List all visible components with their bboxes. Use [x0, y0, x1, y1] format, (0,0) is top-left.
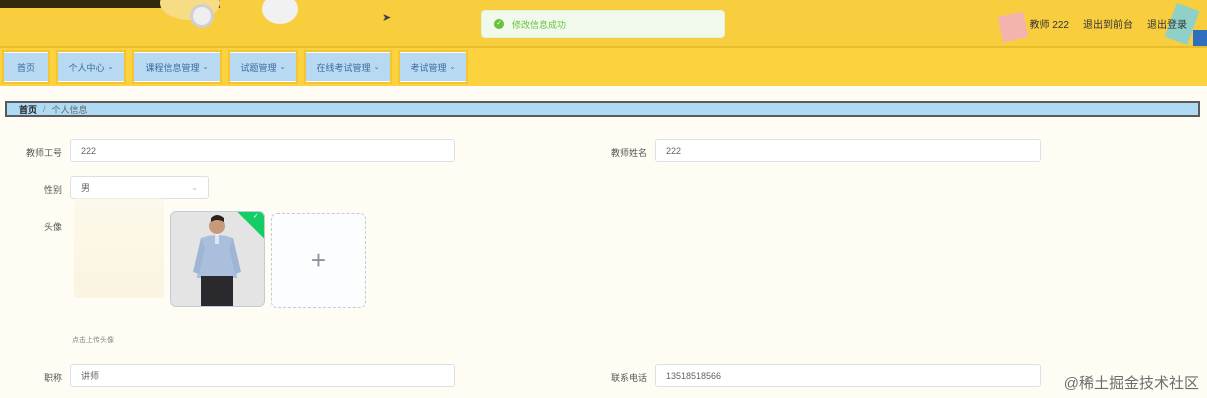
job-title-input[interactable]: 讲师	[70, 364, 455, 387]
nav-item-label: 课程信息管理	[145, 62, 200, 73]
nav-item-label: 考试管理	[410, 62, 447, 73]
avatar-uploaded-image[interactable]: ✓	[170, 211, 265, 307]
teacher-name-input[interactable]: 222	[655, 139, 1041, 162]
avatar-upload-hint: 点击上传头像	[72, 337, 114, 344]
nav-item-label: 试题管理	[240, 62, 277, 73]
avatar-preview-ghost	[74, 198, 164, 298]
nav-item-label: 在线考试管理	[316, 62, 371, 73]
chevron-down-icon: ⌄	[202, 64, 209, 71]
main-nav: 首页 个人中心 ⌄ 课程信息管理 ⌄ 试题管理 ⌄ 在线考试管理 ⌄ 考试管理 ⌄	[0, 46, 1207, 86]
breadcrumb-separator: /	[43, 104, 46, 114]
phone-label: 联系电话	[610, 373, 647, 383]
header-decoration	[262, 0, 298, 24]
header-decoration	[190, 4, 214, 28]
success-toast: ✓ 修改信息成功	[481, 10, 725, 38]
breadcrumb-home[interactable]: 首页	[19, 103, 37, 116]
nav-item-personal-center[interactable]: 个人中心 ⌄	[56, 50, 126, 84]
chevron-down-icon: ⌄	[279, 64, 286, 71]
logout-link[interactable]: 退出登录	[1147, 16, 1187, 31]
chevron-down-icon: ⌄	[373, 64, 380, 71]
watermark: @稀土掘金技术社区	[1063, 375, 1199, 392]
chevron-down-icon: ⌄	[107, 64, 114, 71]
chevron-down-icon: ⌄	[191, 183, 198, 192]
current-user-label: 教师 222	[1029, 20, 1069, 31]
header-decoration	[1193, 30, 1207, 46]
nav-item-course-management[interactable]: 课程信息管理 ⌄	[132, 50, 222, 84]
nav-item-home[interactable]: 首页	[2, 50, 50, 84]
header-decoration	[997, 11, 1029, 43]
nav-item-online-exam-management[interactable]: 在线考试管理 ⌄	[304, 50, 392, 84]
check-circle-icon: ✓	[494, 19, 504, 29]
mouse-cursor-icon: ➤	[382, 12, 392, 24]
nav-item-question-management[interactable]: 试题管理 ⌄	[228, 50, 298, 84]
top-header: ➤ ✓ 修改信息成功 教师 222 退出到前台 退出登录	[0, 0, 1207, 46]
teacher-id-input[interactable]: 222	[70, 139, 455, 162]
exit-to-frontend-link[interactable]: 退出到前台	[1083, 16, 1133, 31]
toast-message: 修改信息成功	[512, 19, 567, 30]
nav-item-label: 首页	[16, 62, 35, 73]
job-title-label: 职称	[43, 373, 62, 383]
breadcrumb: 首页 / 个人信息	[5, 101, 1200, 117]
breadcrumb-current: 个人信息	[51, 104, 88, 115]
teacher-id-label: 教师工号	[25, 148, 62, 158]
teacher-name-label: 教师姓名	[610, 148, 647, 158]
gender-selected-value: 男	[81, 183, 91, 193]
avatar-label: 头像	[43, 222, 62, 232]
gender-label: 性别	[43, 185, 62, 195]
check-icon: ✓	[252, 213, 259, 221]
chevron-down-icon: ⌄	[449, 64, 456, 71]
nav-item-exam-management[interactable]: 考试管理 ⌄	[398, 50, 468, 84]
phone-input[interactable]: 13518518566	[655, 364, 1041, 387]
nav-item-label: 个人中心	[68, 62, 105, 73]
plus-icon: +	[310, 245, 327, 275]
gender-select[interactable]: 男 ⌄	[70, 176, 209, 199]
avatar-upload-button[interactable]: +	[271, 213, 366, 308]
header-user-area: 教师 222 退出到前台 退出登录	[1030, 16, 1187, 31]
